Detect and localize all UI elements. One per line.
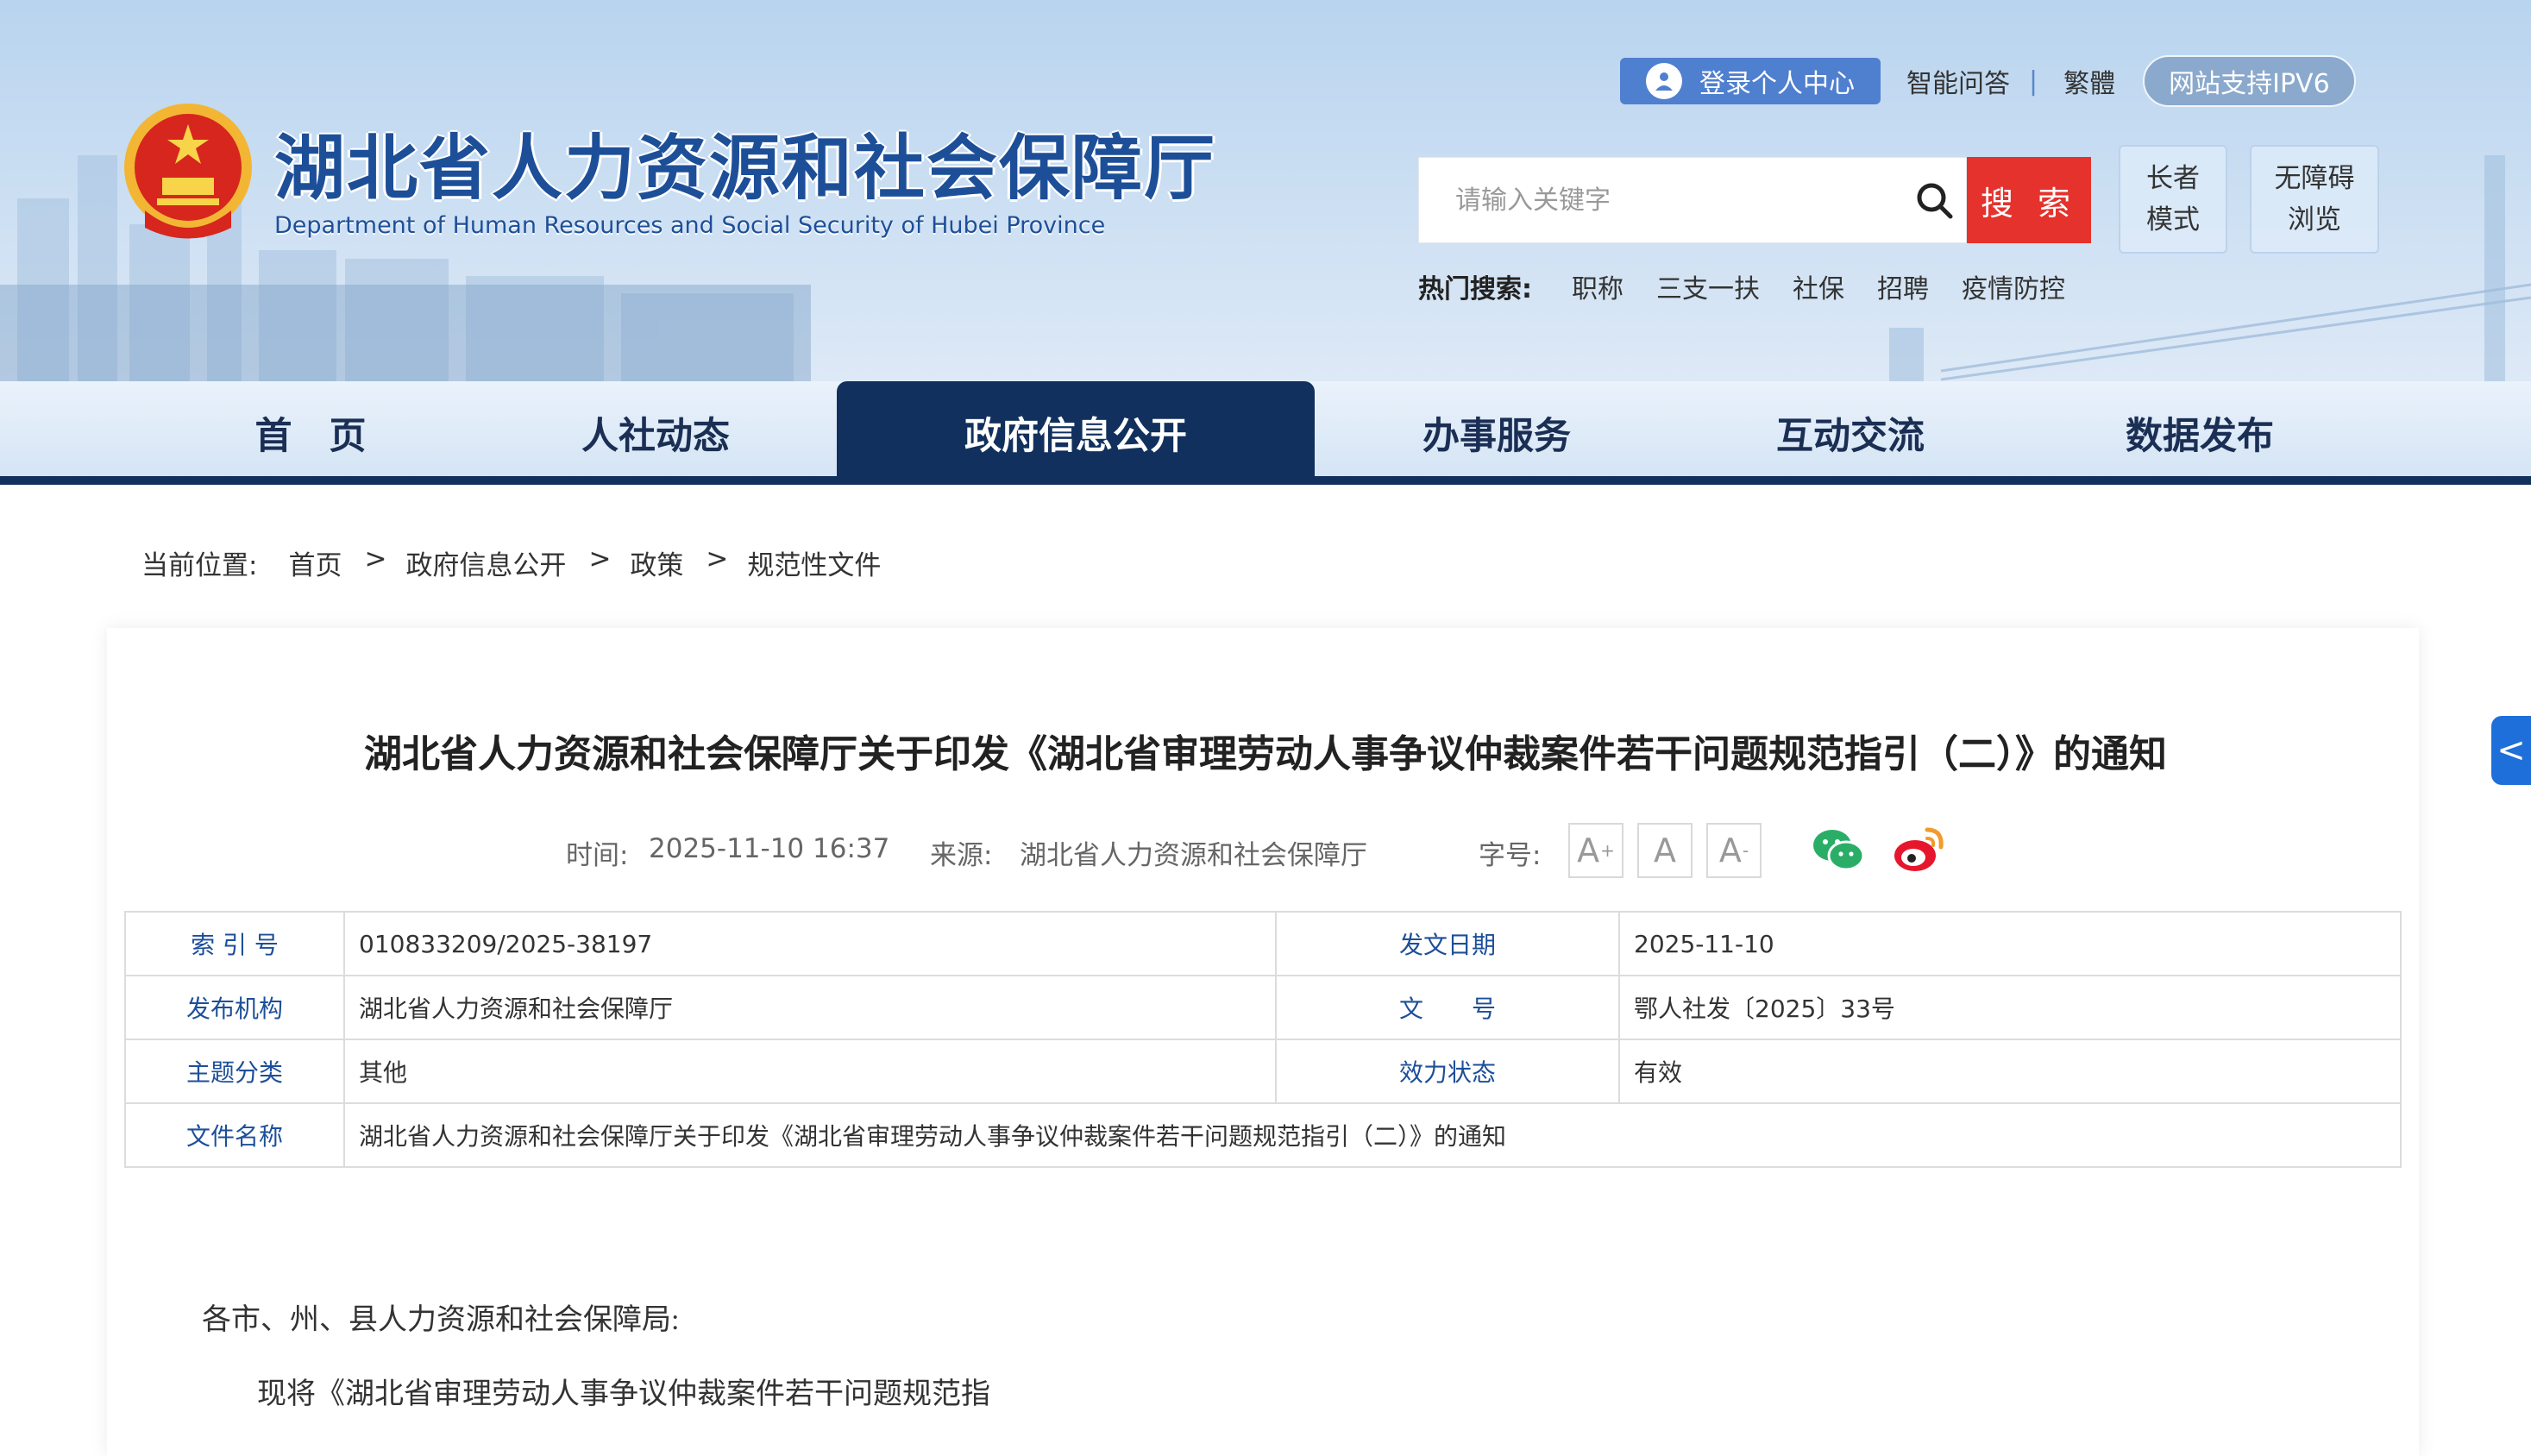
font-size-label: 字号: bbox=[1479, 840, 1542, 871]
breadcrumb-home[interactable]: 首页 bbox=[288, 543, 342, 582]
search-box bbox=[1418, 157, 1967, 243]
breadcrumb-normative-docs[interactable]: 规范性文件 bbox=[747, 543, 881, 582]
date-label: 发文日期 bbox=[1275, 911, 1620, 976]
nav-item-data[interactable]: 数据发布 bbox=[2083, 381, 2316, 485]
user-icon bbox=[1646, 63, 1682, 99]
topic-label: 主题分类 bbox=[124, 1039, 345, 1104]
table-row: 索 引 号 010833209/2025-38197 发文日期 2025-11-… bbox=[124, 911, 2402, 976]
font-decrease-button[interactable]: A- bbox=[1706, 823, 1762, 878]
topic-value: 其他 bbox=[343, 1039, 1277, 1104]
article-paragraph: 现将《湖北省审理劳动人事争议仲裁案件若干问题规范指 bbox=[257, 1378, 990, 1410]
accessibility-button[interactable]: 无障碍 浏览 bbox=[2250, 145, 2379, 254]
font-default-letter: A bbox=[1654, 832, 1676, 869]
login-label: 登录个人中心 bbox=[1699, 69, 1855, 99]
traditional-chinese-link[interactable]: 繁體 bbox=[2063, 62, 2115, 100]
hot-search-item[interactable]: 三支一扶 bbox=[1656, 267, 1760, 305]
ipv6-badge[interactable]: 网站支持IPV6 bbox=[2143, 55, 2356, 107]
font-increase-mark: + bbox=[1600, 840, 1615, 861]
issuer-value: 湖北省人力资源和社会保障厅 bbox=[343, 975, 1277, 1040]
nav-item-home[interactable]: 首 页 bbox=[198, 381, 423, 485]
search-button[interactable]: 搜 索 bbox=[1967, 157, 2091, 243]
emblem-icon bbox=[124, 104, 252, 239]
hot-search: 热门搜索: 职称 三支一扶 社保 招聘 疫情防控 bbox=[1418, 267, 2098, 305]
side-panel-toggle[interactable]: < bbox=[2491, 716, 2531, 785]
nav-item-services[interactable]: 办事服务 bbox=[1380, 381, 1613, 485]
top-links: 登录个人中心 智能问答 | 繁體 网站支持IPV6 bbox=[1620, 55, 2356, 107]
table-row: 发布机构 湖北省人力资源和社会保障厅 文 号 鄂人社发〔2025〕33号 bbox=[124, 975, 2402, 1040]
nav-item-interaction[interactable]: 互动交流 bbox=[1734, 381, 1967, 485]
breadcrumb-policy[interactable]: 政策 bbox=[630, 543, 683, 582]
breadcrumb-gov-info[interactable]: 政府信息公开 bbox=[405, 543, 566, 582]
source-value: 湖北省人力资源和社会保障厅 bbox=[1020, 840, 1367, 871]
font-decrease-mark: - bbox=[1742, 840, 1749, 861]
hot-search-item[interactable]: 职称 bbox=[1572, 267, 1623, 305]
source-label: 来源: bbox=[930, 840, 993, 871]
breadcrumb-separator: > bbox=[588, 543, 612, 574]
nav-item-gov-info[interactable]: 政府信息公开 bbox=[837, 381, 1315, 485]
document-name-value: 湖北省人力资源和社会保障厅关于印发《湖北省审理劳动人事争议仲裁案件若干问题规范指… bbox=[343, 1102, 2402, 1168]
font-decrease-letter: A bbox=[1718, 832, 1742, 869]
elder-mode-button[interactable]: 长者 模式 bbox=[2119, 145, 2227, 254]
status-label: 效力状态 bbox=[1275, 1039, 1620, 1104]
elder-mode-line1: 长者 bbox=[2146, 163, 2200, 194]
search-input[interactable] bbox=[1419, 158, 1902, 242]
smart-qa-link[interactable]: 智能问答 bbox=[1906, 62, 2010, 100]
doc-number-label: 文 号 bbox=[1275, 975, 1620, 1040]
document-info-table: 索 引 号 010833209/2025-38197 发文日期 2025-11-… bbox=[124, 911, 2402, 1168]
breadcrumb: 当前位置: 首页 > 政府信息公开 > 政策 > 规范性文件 bbox=[141, 543, 898, 582]
accessibility-line2: 浏览 bbox=[2288, 204, 2341, 235]
issuer-label: 发布机构 bbox=[124, 975, 345, 1040]
nav-item-news[interactable]: 人社动态 bbox=[535, 381, 776, 485]
site-header: 湖北省人力资源和社会保障厅 Department of Human Resour… bbox=[0, 0, 2531, 381]
document-name-label: 文件名称 bbox=[124, 1102, 345, 1168]
doc-number-value: 鄂人社发〔2025〕33号 bbox=[1618, 975, 2402, 1040]
font-default-button[interactable]: A bbox=[1637, 823, 1693, 878]
status-value: 有效 bbox=[1618, 1039, 2402, 1104]
font-increase-button[interactable]: A + bbox=[1568, 823, 1623, 878]
site-subtitle: Department of Human Resources and Social… bbox=[274, 212, 1106, 239]
publish-time-label: 时间: bbox=[566, 840, 629, 871]
breadcrumb-separator: > bbox=[706, 543, 729, 574]
elder-mode-line2: 模式 bbox=[2146, 204, 2200, 235]
article-salutation: 各市、州、县人力资源和社会保障局: bbox=[202, 1304, 680, 1336]
hot-search-item[interactable]: 社保 bbox=[1793, 267, 1844, 305]
date-value: 2025-11-10 bbox=[1618, 911, 2402, 976]
site-title: 湖北省人力资源和社会保障厅 bbox=[274, 128, 1217, 210]
font-increase-letter: A bbox=[1577, 832, 1600, 869]
table-row: 文件名称 湖北省人力资源和社会保障厅关于印发《湖北省审理劳动人事争议仲裁案件若干… bbox=[124, 1102, 2402, 1168]
weibo-icon[interactable] bbox=[1891, 821, 1948, 878]
top-link-separator: | bbox=[2029, 66, 2038, 97]
index-label: 索 引 号 bbox=[124, 911, 345, 976]
login-button[interactable]: 登录个人中心 bbox=[1620, 58, 1881, 104]
hot-search-item[interactable]: 招聘 bbox=[1877, 267, 1929, 305]
table-row: 主题分类 其他 效力状态 有效 bbox=[124, 1039, 2402, 1104]
hot-search-label: 热门搜索: bbox=[1418, 274, 1532, 304]
search-icon[interactable] bbox=[1914, 180, 1956, 222]
accessibility-line1: 无障碍 bbox=[2274, 163, 2355, 194]
publish-time-value: 2025-11-10 16:37 bbox=[649, 833, 890, 864]
hot-search-item[interactable]: 疫情防控 bbox=[1962, 267, 2065, 305]
article-title: 湖北省人力资源和社会保障厅关于印发《湖北省审理劳动人事争议仲裁案件若干问题规范指… bbox=[364, 732, 2167, 776]
main-nav: 首 页 人社动态 政府信息公开 办事服务 互动交流 数据发布 bbox=[0, 381, 2531, 485]
wechat-icon[interactable] bbox=[1810, 821, 1867, 878]
index-value: 010833209/2025-38197 bbox=[343, 911, 1277, 976]
breadcrumb-separator: > bbox=[364, 543, 387, 574]
breadcrumb-label: 当前位置: bbox=[141, 550, 258, 581]
